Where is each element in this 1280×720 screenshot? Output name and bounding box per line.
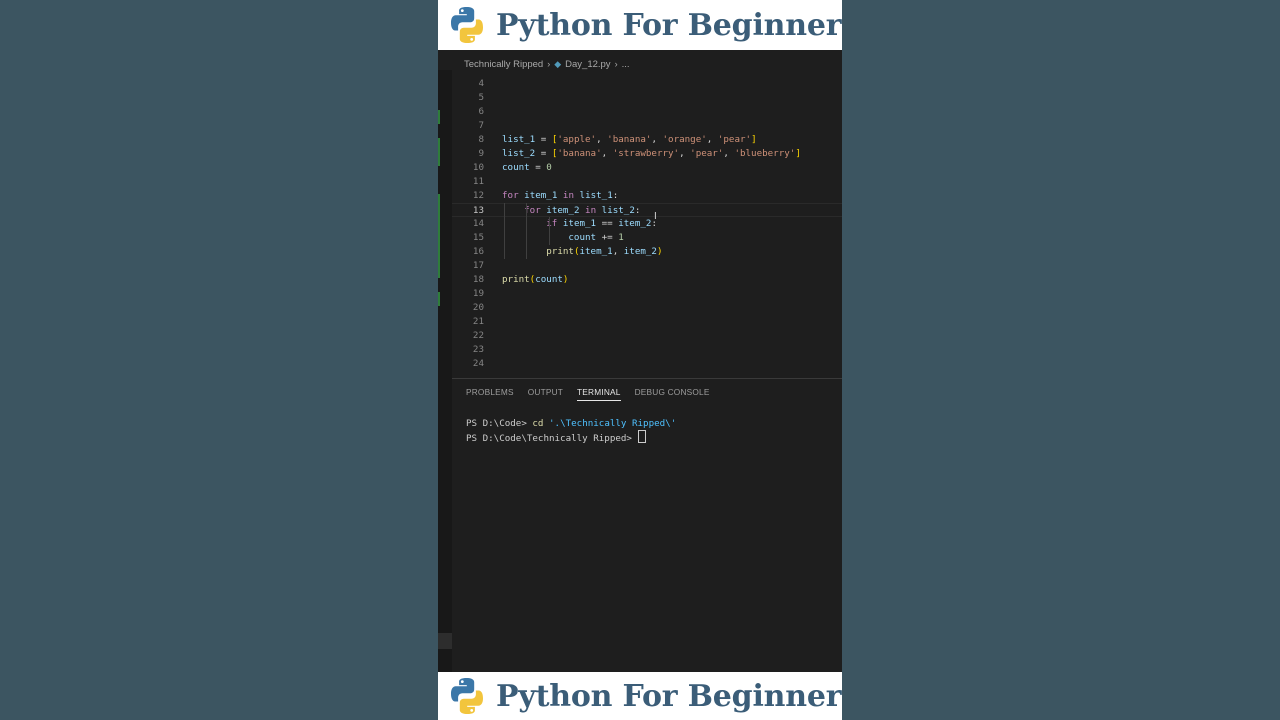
code-line[interactable]: 12 for item_1 in list_1: (452, 189, 842, 203)
indent-guide (549, 217, 550, 245)
terminal-prompt: PS D:\Code\Technically Ripped> (466, 433, 638, 444)
code-line[interactable]: 8 list_1 = ['apple', 'banana', 'orange', … (452, 133, 842, 147)
code-text: print(count) (502, 274, 569, 285)
bottom-banner: Python For Beginners (438, 672, 842, 720)
line-number: 15 (472, 232, 484, 243)
code-text: for item_1 in list_1: (502, 190, 619, 201)
code-line[interactable]: 6 (452, 105, 842, 119)
code-line[interactable]: 22 (452, 329, 842, 343)
indent-guide (504, 203, 505, 259)
code-text: list_1 = ['apple', 'banana', 'orange', '… (502, 134, 757, 145)
indent-guide (526, 203, 527, 259)
code-area[interactable]: 4 5 6 7 8 list_1 = ['apple', 'banana', 'orang… (452, 77, 842, 377)
code-line[interactable]: 11 (452, 175, 842, 189)
line-number: 6 (478, 106, 484, 117)
chevron-right-icon: › (614, 59, 618, 69)
line-number: 8 (478, 134, 484, 145)
code-line[interactable]: 14 if item_1 == item_2: (452, 217, 842, 231)
line-number: 23 (472, 344, 484, 355)
line-number: 24 (472, 358, 484, 369)
code-editor: Technically Ripped › ◆ Day_12.py › ... 4… (438, 50, 842, 673)
scroll-indicator (438, 633, 452, 649)
tab-output[interactable]: OUTPUT (528, 387, 563, 401)
banner-title: Python For Beginners (496, 678, 842, 714)
code-line[interactable]: 10 count = 0 (452, 161, 842, 175)
line-number: 5 (478, 92, 484, 103)
banner-title: Python For Beginners (496, 7, 842, 43)
code-line[interactable]: 16 print(item_1, item_2) (452, 245, 842, 259)
python-logo-icon (451, 7, 483, 43)
top-banner: Python For Beginners (438, 0, 842, 50)
tab-terminal[interactable]: TERMINAL (577, 387, 621, 401)
code-line[interactable]: 23 (452, 343, 842, 357)
line-number: 10 (472, 162, 484, 173)
line-number: 18 (472, 274, 484, 285)
breadcrumb-folder[interactable]: Technically Ripped (464, 59, 543, 70)
terminal-output[interactable]: PS D:\Code> cd '.\Technically Ripped\' P… (466, 417, 676, 445)
code-text: count = 0 (502, 162, 552, 173)
terminal-argument: '.\Technically Ripped\' (549, 418, 677, 429)
code-line[interactable]: 15 count += 1 (452, 231, 842, 245)
code-line[interactable]: 18 print(count) (452, 273, 842, 287)
breadcrumb: Technically Ripped › ◆ Day_12.py › ... (464, 57, 629, 71)
code-line[interactable]: 5 (452, 91, 842, 105)
code-line[interactable]: 13 for item_2 in list_2: (452, 203, 842, 217)
line-number: 11 (472, 176, 484, 187)
terminal-prompt: PS D:\Code> (466, 418, 533, 429)
line-number: 4 (478, 78, 484, 89)
tab-problems[interactable]: PROBLEMS (466, 387, 514, 401)
code-line[interactable]: 24 (452, 357, 842, 371)
code-line[interactable]: 20 (452, 301, 842, 315)
terminal-command: cd (532, 418, 544, 429)
text-cursor-icon: I (654, 211, 657, 222)
chevron-right-icon: › (547, 59, 551, 69)
line-number: 7 (478, 120, 484, 131)
python-logo-icon (451, 678, 483, 714)
terminal-caret (638, 430, 647, 443)
video-frame: Python For Beginners Technically Ripped … (438, 0, 842, 720)
line-number: 22 (472, 330, 484, 341)
code-line[interactable]: 17 (452, 259, 842, 273)
code-line[interactable]: 9 list_2 = ['banana', 'strawberry', 'pear… (452, 147, 842, 161)
line-number: 21 (472, 316, 484, 327)
breadcrumb-file[interactable]: Day_12.py (565, 59, 610, 70)
code-line[interactable]: 19 (452, 287, 842, 301)
code-text: count += 1 (568, 232, 624, 243)
code-line[interactable]: 7 (452, 119, 842, 133)
line-number: 14 (472, 218, 484, 229)
bottom-panel: PROBLEMS OUTPUT TERMINAL DEBUG CONSOLE PS D… (452, 378, 842, 673)
python-file-icon: ◆ (554, 58, 562, 69)
line-number: 13 (472, 205, 484, 216)
line-number: 19 (472, 288, 484, 299)
code-text: for item_2 in list_2: (524, 205, 641, 216)
git-change-marker (438, 138, 440, 166)
git-change-marker (438, 194, 440, 278)
line-number: 9 (478, 148, 484, 159)
code-line[interactable]: 21 (452, 315, 842, 329)
line-number: 12 (472, 190, 484, 201)
line-number: 17 (472, 260, 484, 271)
git-change-marker (438, 292, 440, 306)
line-number: 16 (472, 246, 484, 257)
tab-debug-console[interactable]: DEBUG CONSOLE (635, 387, 710, 401)
breadcrumb-ellipsis[interactable]: ... (622, 59, 630, 70)
gutter-strip (438, 70, 452, 672)
code-text: list_2 = ['banana', 'strawberry', 'pear'… (502, 148, 801, 159)
line-number: 20 (472, 302, 484, 313)
code-line[interactable]: 4 (452, 77, 842, 91)
panel-tabs: PROBLEMS OUTPUT TERMINAL DEBUG CONSOLE (466, 387, 710, 401)
git-change-marker (438, 110, 440, 124)
